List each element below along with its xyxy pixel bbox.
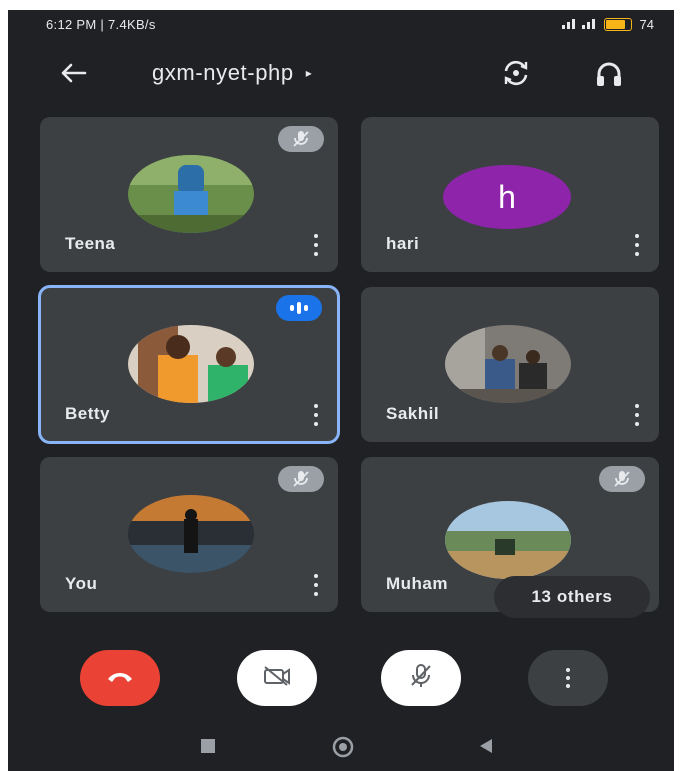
mic-off-icon <box>409 663 433 694</box>
participant-name: You <box>65 574 98 593</box>
camera-toggle-button[interactable] <box>237 650 317 706</box>
status-icons: 74 <box>561 17 654 32</box>
participant-name: Sakhil <box>386 404 440 423</box>
participant-name: hari <box>386 234 420 253</box>
back-nav-icon[interactable] <box>476 736 496 756</box>
participant-name: Betty <box>65 404 111 423</box>
headphones-icon[interactable] <box>593 58 625 90</box>
participant-tile-hari[interactable]: h hari <box>361 117 659 272</box>
participant-tile-teena[interactable]: Teena <box>40 117 338 272</box>
battery-percent: 74 <box>639 17 654 32</box>
end-call-icon <box>105 668 135 689</box>
mic-muted-icon <box>278 126 324 152</box>
others-chip[interactable]: 13 others <box>494 576 650 618</box>
status-bar: 6:12 PM | 7.4KB/s 74 <box>8 10 674 40</box>
more-options-icon <box>564 668 572 688</box>
mic-muted-icon <box>278 466 324 492</box>
caret-right-icon: ▸ <box>305 66 313 80</box>
recent-apps-icon[interactable] <box>198 736 218 756</box>
participant-tile-betty[interactable]: Betty <box>38 285 340 444</box>
status-time-speed: 6:12 PM | 7.4KB/s <box>46 17 156 32</box>
participant-tile-sakhil[interactable]: Sakhil <box>361 287 659 442</box>
more-vert-icon[interactable] <box>312 234 320 256</box>
home-icon[interactable] <box>330 736 356 758</box>
camera-off-icon <box>262 665 292 692</box>
participant-name: Teena <box>65 234 116 253</box>
switch-camera-icon[interactable] <box>498 56 534 90</box>
mic-muted-icon <box>599 466 645 492</box>
meeting-code-title[interactable]: gxm-nyet-php ▸ <box>152 60 312 86</box>
more-vert-icon[interactable] <box>633 404 641 426</box>
meeting-code: gxm-nyet-php <box>152 60 294 85</box>
speaking-indicator-icon <box>276 295 322 321</box>
more-vert-icon[interactable] <box>312 574 320 596</box>
avatar-photo <box>128 325 254 403</box>
more-options-button[interactable] <box>528 650 608 706</box>
avatar-letter: h <box>443 165 571 229</box>
participant-tile-you[interactable]: You <box>40 457 338 612</box>
more-vert-icon[interactable] <box>633 234 641 256</box>
end-call-button[interactable] <box>80 650 160 706</box>
mic-toggle-button[interactable] <box>381 650 461 706</box>
participant-name: Muham <box>386 574 448 593</box>
phone-screen: 6:12 PM | 7.4KB/s 74 gxm-nyet-php ▸ Teen… <box>8 10 674 771</box>
android-nav-bar <box>8 726 674 771</box>
avatar-photo <box>445 501 571 579</box>
signal-icon <box>561 17 596 32</box>
back-arrow-icon[interactable] <box>56 58 90 88</box>
avatar-photo <box>445 325 571 403</box>
more-vert-icon[interactable] <box>312 404 320 426</box>
battery-icon <box>603 18 632 31</box>
avatar-photo <box>128 155 254 233</box>
avatar-photo <box>128 495 254 573</box>
call-header: gxm-nyet-php ▸ <box>8 48 674 98</box>
call-controls <box>8 650 674 720</box>
